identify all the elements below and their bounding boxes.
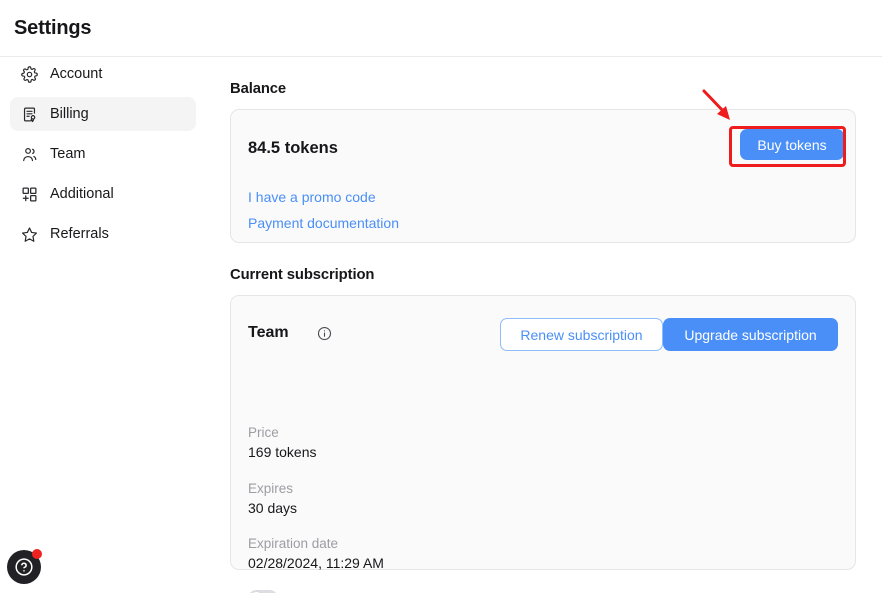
sidebar-item-label: Billing [50, 105, 89, 122]
field-expiration-date: Expiration date 02/28/2024, 11:29 AM [248, 536, 384, 571]
plan-name: Team [248, 324, 289, 341]
gear-icon [21, 65, 38, 83]
info-icon[interactable] [317, 326, 332, 341]
current-subscription-card: Team Renew subscription Upgrade subscrip… [230, 295, 856, 593]
sidebar-item-account[interactable]: Account [10, 57, 196, 91]
field-label: Expiration date [248, 536, 339, 551]
field-expires: Expires 30 days [248, 481, 297, 516]
renew-subscription-button[interactable]: Renew subscription [500, 318, 663, 351]
people-icon [21, 146, 38, 163]
sidebar-item-team[interactable]: Team [10, 137, 196, 171]
field-label: Price [248, 425, 279, 440]
settings-content: Balance 84.5 tokens I have a promo code … [230, 57, 882, 593]
sidebar-item-label: Account [50, 65, 103, 82]
settings-page: Settings Account Billing Team Additional… [0, 0, 882, 593]
help-button[interactable] [7, 549, 42, 584]
field-value: 02/28/2024, 11:29 AM [248, 555, 384, 571]
upgrade-subscription-button[interactable]: Upgrade subscription [663, 318, 838, 351]
balance-card: 84.5 tokens I have a promo code Payment … [230, 109, 856, 243]
billing-icon [21, 106, 38, 123]
field-value: 169 tokens [248, 444, 317, 460]
field-price: Price 169 tokens [248, 425, 317, 460]
page-title: Settings [14, 17, 92, 39]
plan-header-row: Team Renew subscription Upgrade subscrip… [248, 318, 838, 351]
sidebar-item-label: Team [50, 145, 86, 162]
promo-code-link[interactable]: I have a promo code [248, 189, 376, 205]
question-mark-icon [15, 558, 33, 576]
star-icon [21, 226, 38, 243]
balance-section-title: Balance [230, 81, 287, 97]
sidebar-item-referrals[interactable]: Referrals [10, 217, 196, 251]
grid-plus-icon [21, 186, 38, 203]
notification-badge [32, 549, 42, 559]
sidebar-item-label: Additional [50, 185, 114, 202]
page-header: Settings [0, 0, 882, 57]
field-label: Expires [248, 481, 294, 496]
payment-documentation-link[interactable]: Payment documentation [248, 215, 399, 231]
field-value: 30 days [248, 500, 298, 516]
balance-amount: 84.5 tokens [248, 139, 338, 157]
sidebar-item-additional[interactable]: Additional [10, 177, 196, 211]
sidebar-item-billing[interactable]: Billing [10, 97, 196, 131]
buy-tokens-button[interactable]: Buy tokens [740, 129, 844, 160]
subscription-section-title: Current subscription [230, 267, 375, 283]
sidebar-item-label: Referrals [50, 225, 109, 242]
settings-sidebar: Account Billing Team Additional Referral… [0, 57, 210, 593]
